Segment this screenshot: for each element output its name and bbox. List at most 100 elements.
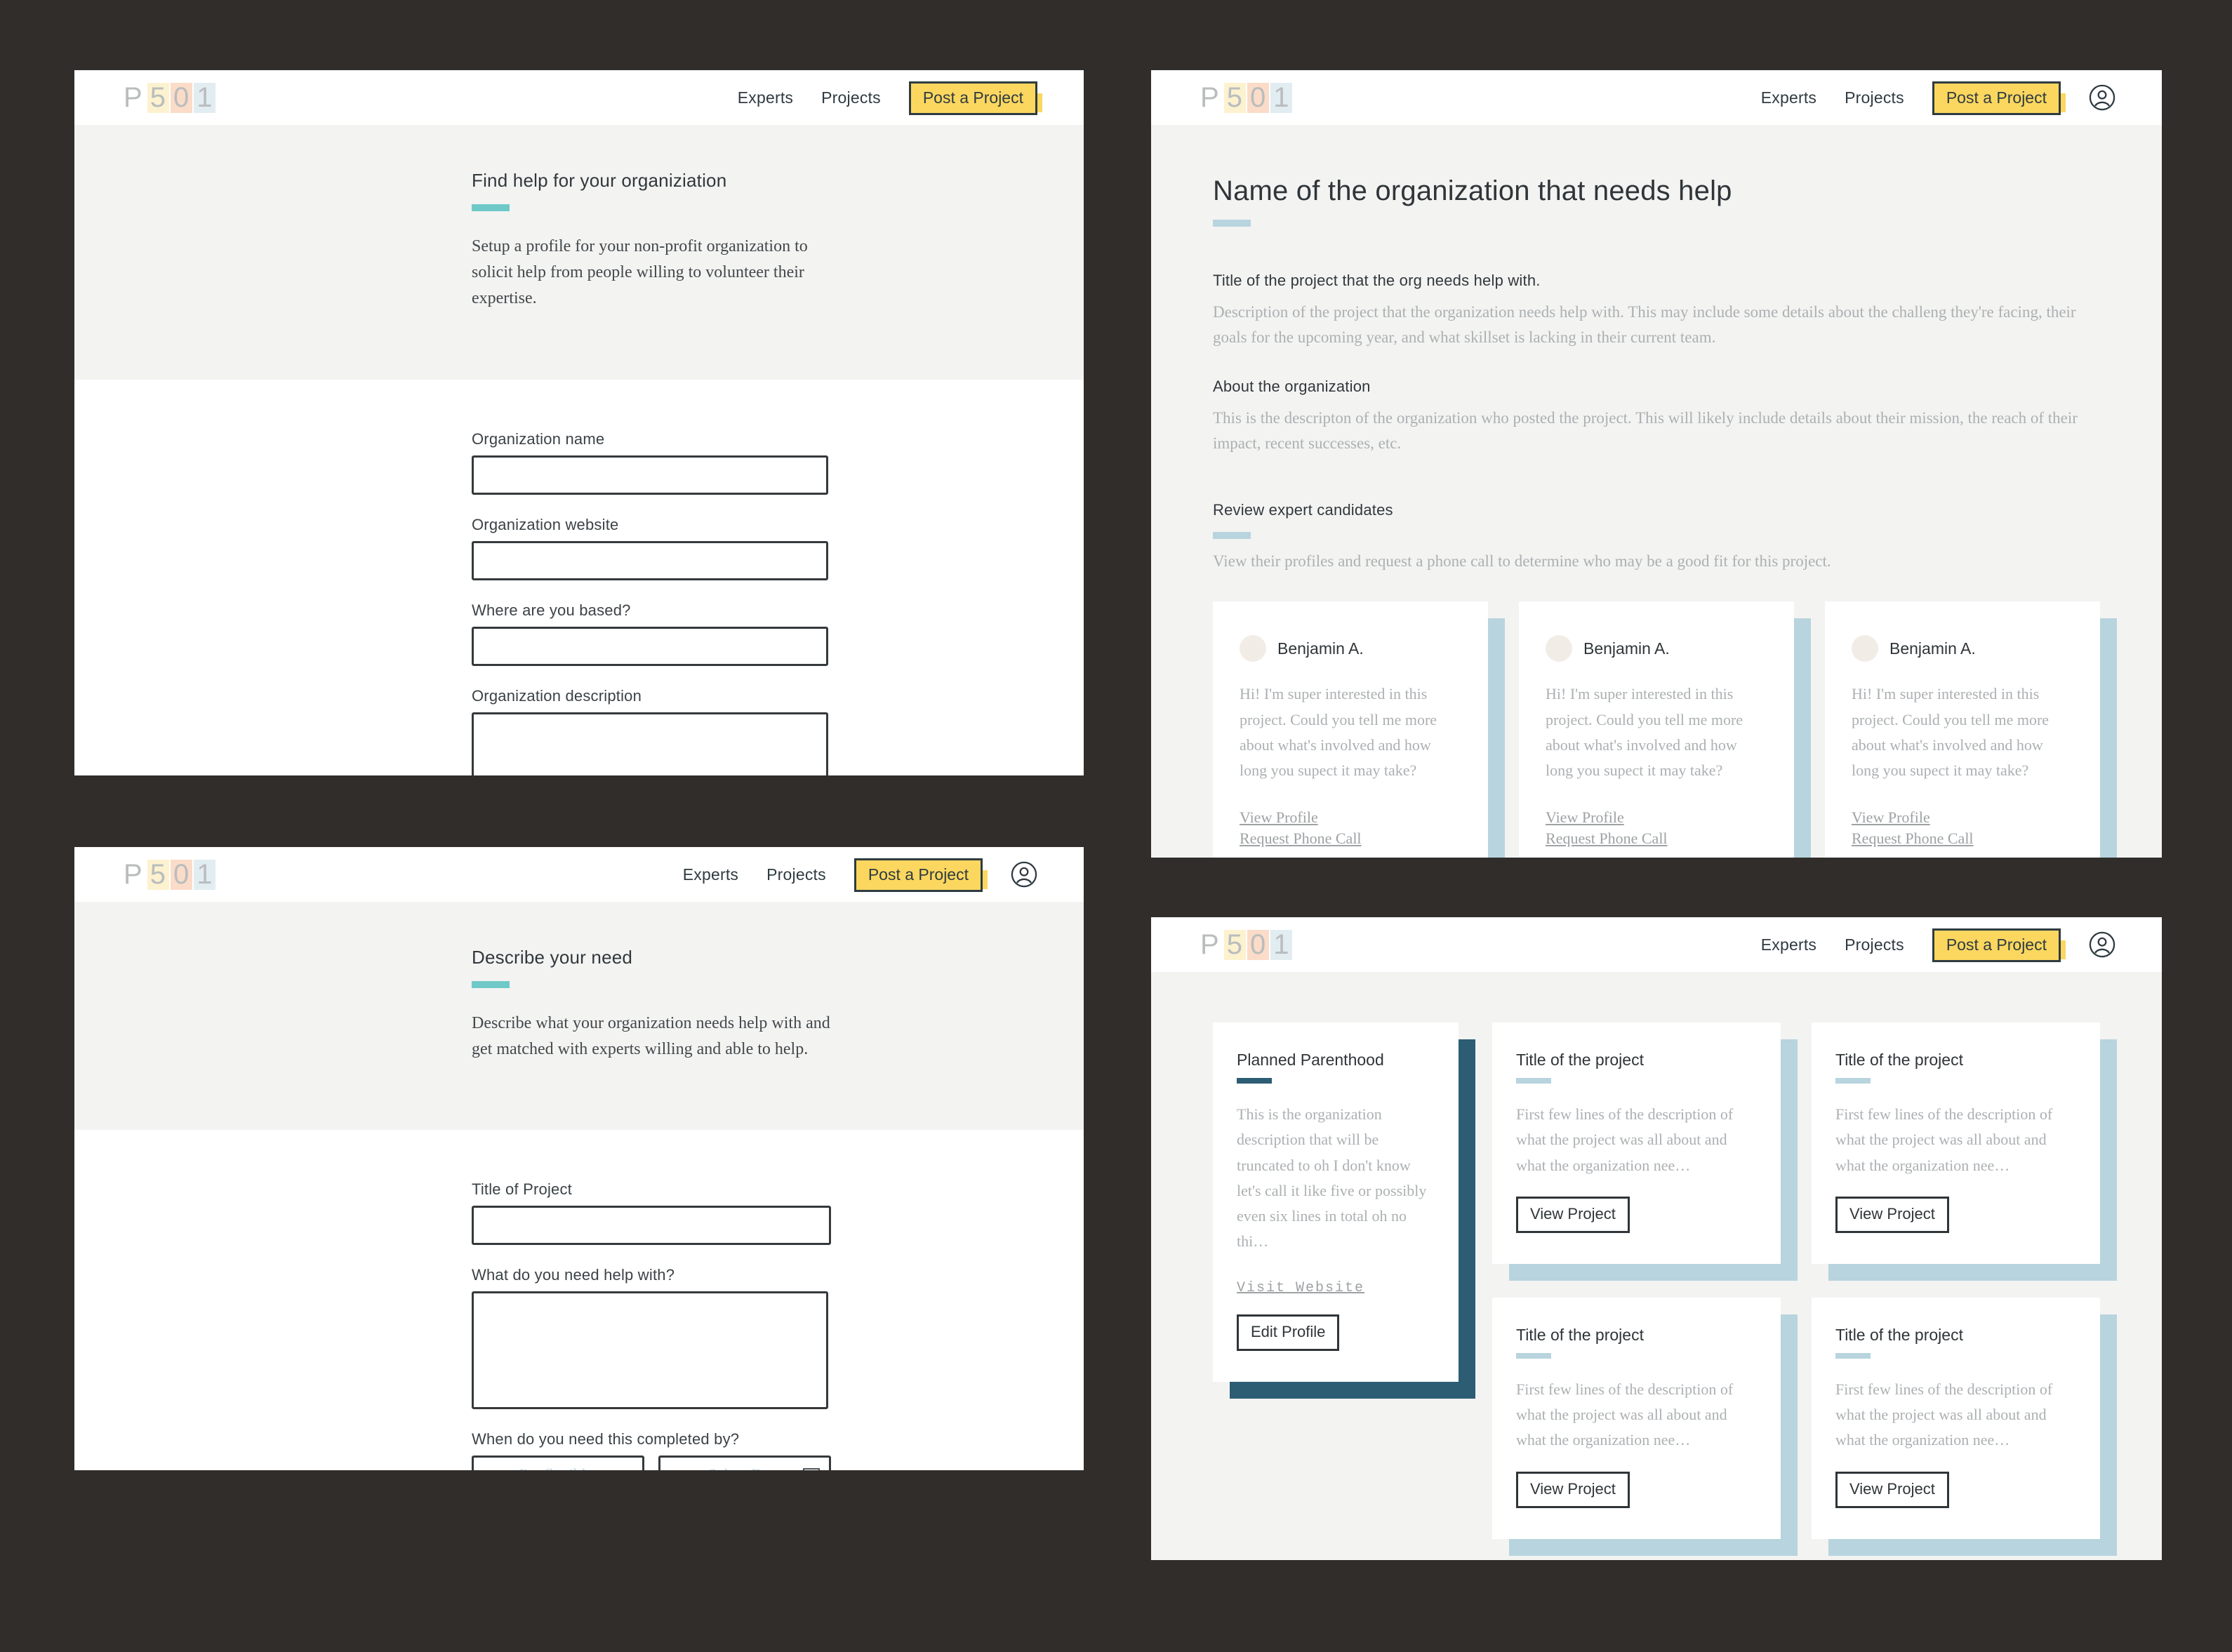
avatar [1546, 635, 1572, 662]
field-organization-description: Organization description [472, 687, 1084, 775]
candidate-name: Benjamin A. [1889, 639, 1976, 658]
nav-item-projects[interactable]: Projects [766, 865, 826, 884]
main-nav: Experts Projects Post a Project [1761, 81, 2115, 115]
candidate-identity: Benjamin A. [1546, 635, 1767, 662]
logo-p501[interactable]: P 5 0 1 [121, 81, 216, 113]
logo-char-0: 0 [1247, 82, 1270, 113]
logo-p501[interactable]: P 5 0 1 [1197, 82, 1293, 113]
view-project-button[interactable]: View Project [1835, 1471, 1949, 1508]
project-title: Title of the project [1516, 1051, 1644, 1069]
post-a-project-label: Post a Project [1932, 81, 2061, 115]
organization-description-textarea[interactable] [472, 712, 828, 775]
flexible-option-input[interactable]: I'm flexible. [472, 1456, 644, 1470]
project-title: Title of the project [1835, 1051, 1963, 1069]
candidate-name: Benjamin A. [1583, 639, 1670, 658]
post-a-project-label: Post a Project [908, 81, 1037, 115]
candidate-card: Benjamin A. Hi! I'm super interested in … [1519, 601, 1811, 858]
nav-item-experts[interactable]: Experts [1761, 935, 1816, 954]
nav-item-projects[interactable]: Projects [1845, 88, 1904, 107]
logo-p501[interactable]: P 5 0 1 [121, 858, 216, 890]
edit-profile-button[interactable]: Edit Profile [1237, 1314, 1340, 1351]
page-title: Find help for your organiziation [472, 170, 727, 191]
project-description: First few lines of the description of wh… [1835, 1380, 2053, 1449]
field-label: Title of Project [472, 1180, 572, 1199]
organization-dashboard-screen: P 5 0 1 Experts Projects Post a Project [1151, 917, 2162, 1560]
view-profile-link[interactable]: View Profile [1240, 808, 1318, 827]
logo-char-0: 0 [1247, 929, 1270, 960]
location-input[interactable] [472, 626, 828, 666]
post-a-project-button[interactable]: Post a Project [1932, 81, 2066, 115]
hero-band: Find help for your organiziation Setup a… [74, 125, 1084, 380]
user-circle-icon[interactable] [2089, 84, 2115, 111]
field-label: Organization name [472, 429, 605, 448]
logo-char-5: 5 [1223, 929, 1246, 960]
signup-screen: P 5 0 1 Experts Projects Post a Project … [74, 70, 1084, 775]
request-phone-call-link[interactable]: Request Phone Call [1852, 830, 1974, 848]
user-circle-icon[interactable] [2089, 931, 2115, 958]
signup-form: Organization name Organization website W… [74, 379, 1084, 775]
candidate-card: Benjamin A. Hi! I'm super interested in … [1825, 601, 2117, 858]
request-phone-call-link[interactable]: Request Phone Call [1546, 830, 1668, 848]
review-candidates-body: View their profiles and request a phone … [1213, 552, 1831, 570]
logo-char-p: P [124, 858, 143, 890]
accent-rule [1835, 1352, 1871, 1359]
select-date-input[interactable]: Select Date [658, 1456, 831, 1470]
view-profile-link[interactable]: View Profile [1852, 808, 1930, 827]
candidate-message: Hi! I'm super interested in this project… [1240, 685, 1437, 780]
logo-char-p: P [124, 81, 143, 113]
project-detail-screen: P 5 0 1 Experts Projects Post a Project … [1151, 70, 2162, 858]
project-card: Title of the project First few lines of … [1492, 1297, 1798, 1556]
view-project-button[interactable]: View Project [1835, 1196, 1949, 1233]
project-title: Title of the project that the org needs … [1213, 272, 1541, 289]
post-a-project-button[interactable]: Post a Project [853, 858, 988, 892]
project-title-input[interactable] [472, 1206, 831, 1246]
request-phone-call-link[interactable]: Request Phone Call [1240, 830, 1362, 848]
organization-website-input[interactable] [472, 540, 828, 580]
field-organization-name: Organization name [472, 430, 1084, 495]
site-header: P 5 0 1 Experts Projects Post a Project [74, 847, 1084, 902]
field-help-needed: What do you need help with? [472, 1266, 1084, 1410]
project-title: Title of the project [1835, 1325, 1963, 1344]
view-project-button[interactable]: View Project [1516, 1196, 1630, 1233]
post-a-project-label: Post a Project [853, 858, 983, 892]
nav-item-projects[interactable]: Projects [821, 88, 881, 107]
organization-description: This is the organization description tha… [1237, 1105, 1427, 1251]
logo-char-0: 0 [170, 859, 193, 890]
review-candidates-heading: Review expert candidates [1213, 500, 1393, 519]
logo-char-5: 5 [1223, 82, 1246, 113]
project-title: Title of the project [1516, 1325, 1644, 1344]
help-needed-textarea[interactable] [472, 1291, 828, 1410]
logo-p501[interactable]: P 5 0 1 [1197, 929, 1293, 960]
accent-rule [472, 981, 510, 988]
post-a-project-button[interactable]: Post a Project [908, 81, 1042, 115]
organization-name-input[interactable] [472, 455, 828, 495]
candidate-message: Hi! I'm super interested in this project… [1546, 685, 1743, 780]
post-a-project-button[interactable]: Post a Project [1932, 928, 2066, 962]
nav-item-experts[interactable]: Experts [683, 865, 738, 884]
main-nav: Experts Projects Post a Project [1761, 928, 2115, 962]
calendar-icon[interactable] [802, 1466, 821, 1470]
logo-char-0: 0 [170, 82, 193, 113]
field-organization-website: Organization website [472, 516, 1084, 580]
candidate-card-row: Benjamin A. Hi! I'm super interested in … [1213, 601, 2117, 858]
nav-item-experts[interactable]: Experts [738, 88, 793, 107]
site-header: P 5 0 1 Experts Projects Post a Project [1151, 917, 2162, 972]
project-card: Title of the project First few lines of … [1812, 1022, 2117, 1281]
user-circle-icon[interactable] [1011, 861, 1037, 888]
logo-char-1: 1 [194, 859, 216, 890]
view-profile-link[interactable]: View Profile [1546, 808, 1624, 827]
project-description: Description of the project that the orga… [1213, 303, 2076, 346]
site-header: P 5 0 1 Experts Projects Post a Project [74, 70, 1084, 125]
field-label: What do you need help with? [472, 1266, 675, 1284]
candidate-card: Benjamin A. Hi! I'm super interested in … [1213, 601, 1505, 858]
nav-item-experts[interactable]: Experts [1761, 88, 1816, 107]
logo-char-1: 1 [194, 82, 216, 113]
view-project-button[interactable]: View Project [1516, 1471, 1630, 1508]
main-nav: Experts Projects Post a Project [683, 858, 1037, 892]
hero-description: Describe what your organization needs he… [472, 1014, 830, 1059]
project-description: First few lines of the description of wh… [1835, 1105, 2053, 1174]
visit-website-link[interactable]: Visit Website [1237, 1280, 1364, 1296]
describe-need-screen: P 5 0 1 Experts Projects Post a Project … [74, 847, 1084, 1470]
nav-item-projects[interactable]: Projects [1845, 935, 1904, 954]
page-title: Describe your need [472, 947, 633, 968]
